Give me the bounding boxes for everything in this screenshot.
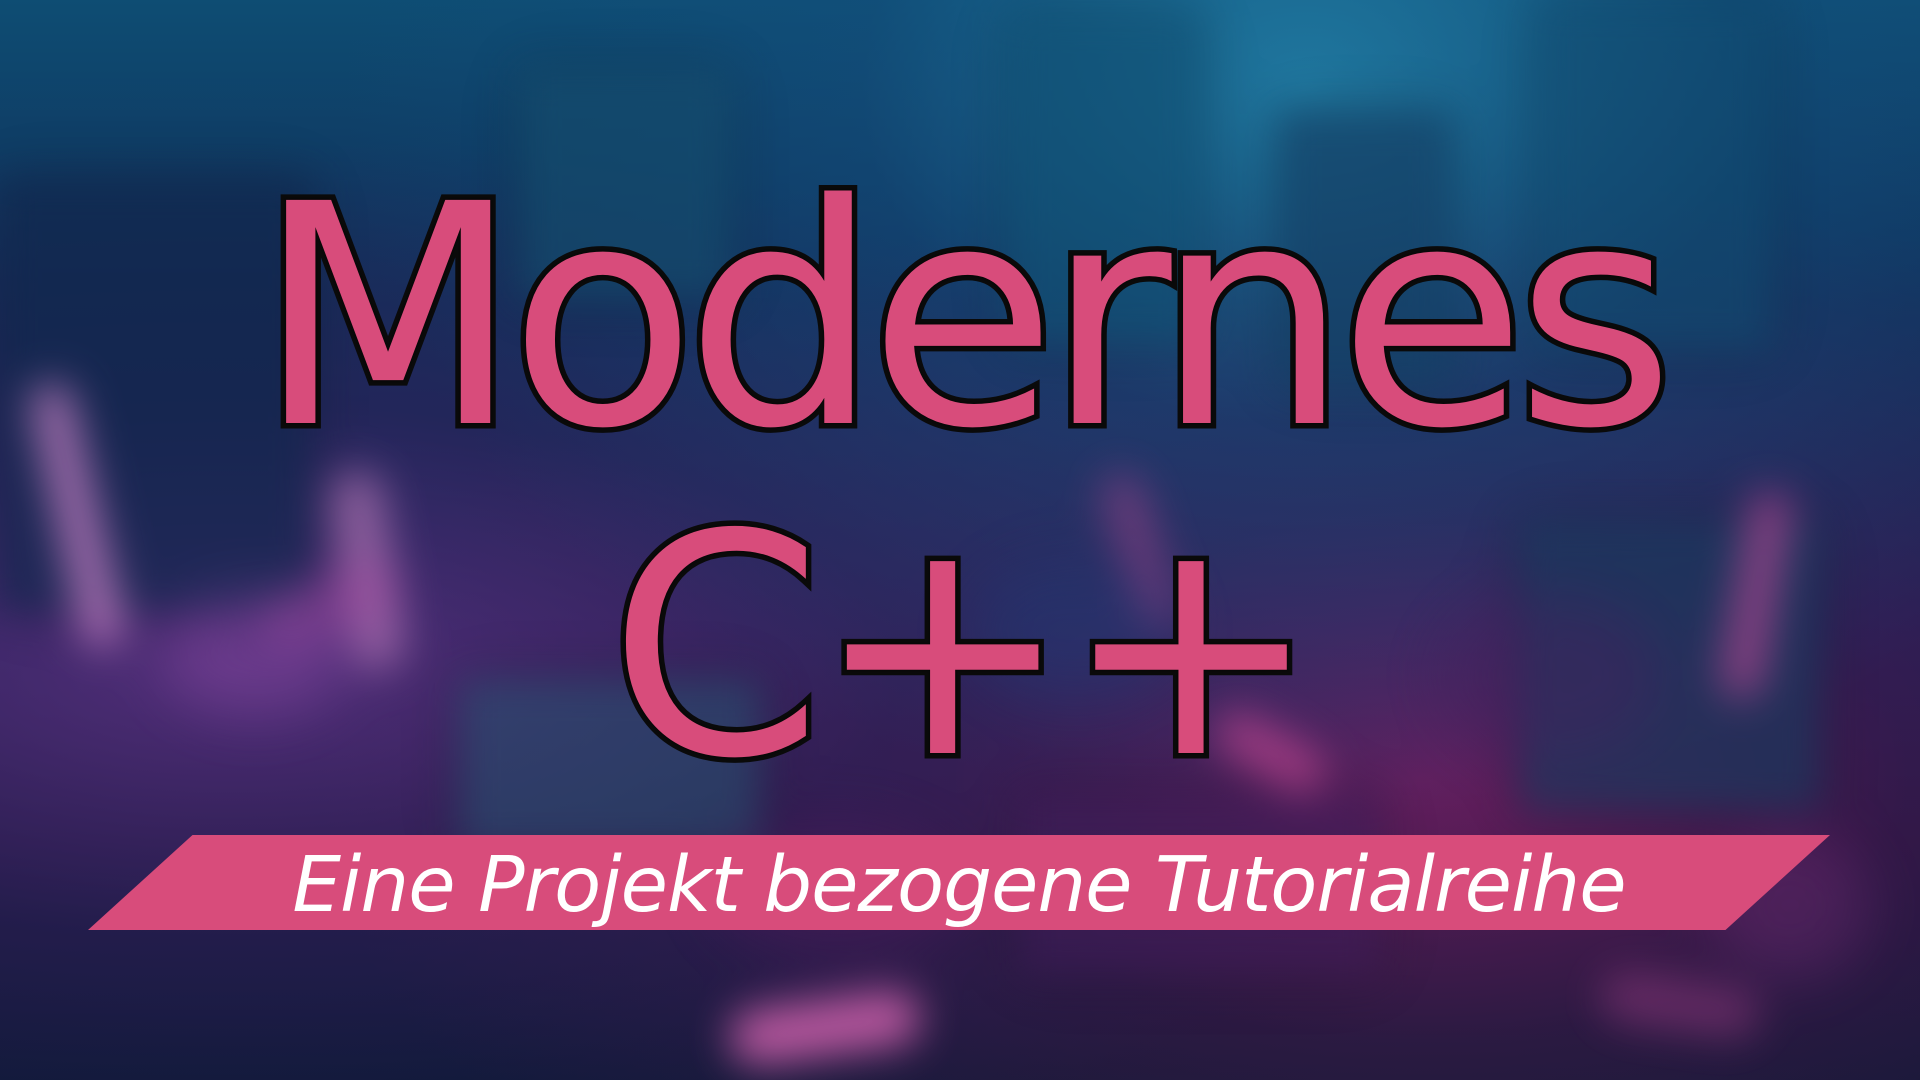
blurred-neon-light — [1597, 969, 1763, 1041]
subtitle-banner: Eine Projekt bezogene Tutorialreihe — [88, 835, 1830, 930]
title-line-modernes: Modernes — [251, 140, 1681, 496]
title-line-cpp: C++ — [603, 470, 1324, 826]
tutorial-thumbnail: Modernes C++ Eine Projekt bezogene Tutor… — [0, 0, 1920, 1080]
subtitle-text: Eine Projekt bezogene Tutorialreihe — [292, 841, 1626, 930]
blurred-neon-light — [727, 987, 923, 1068]
